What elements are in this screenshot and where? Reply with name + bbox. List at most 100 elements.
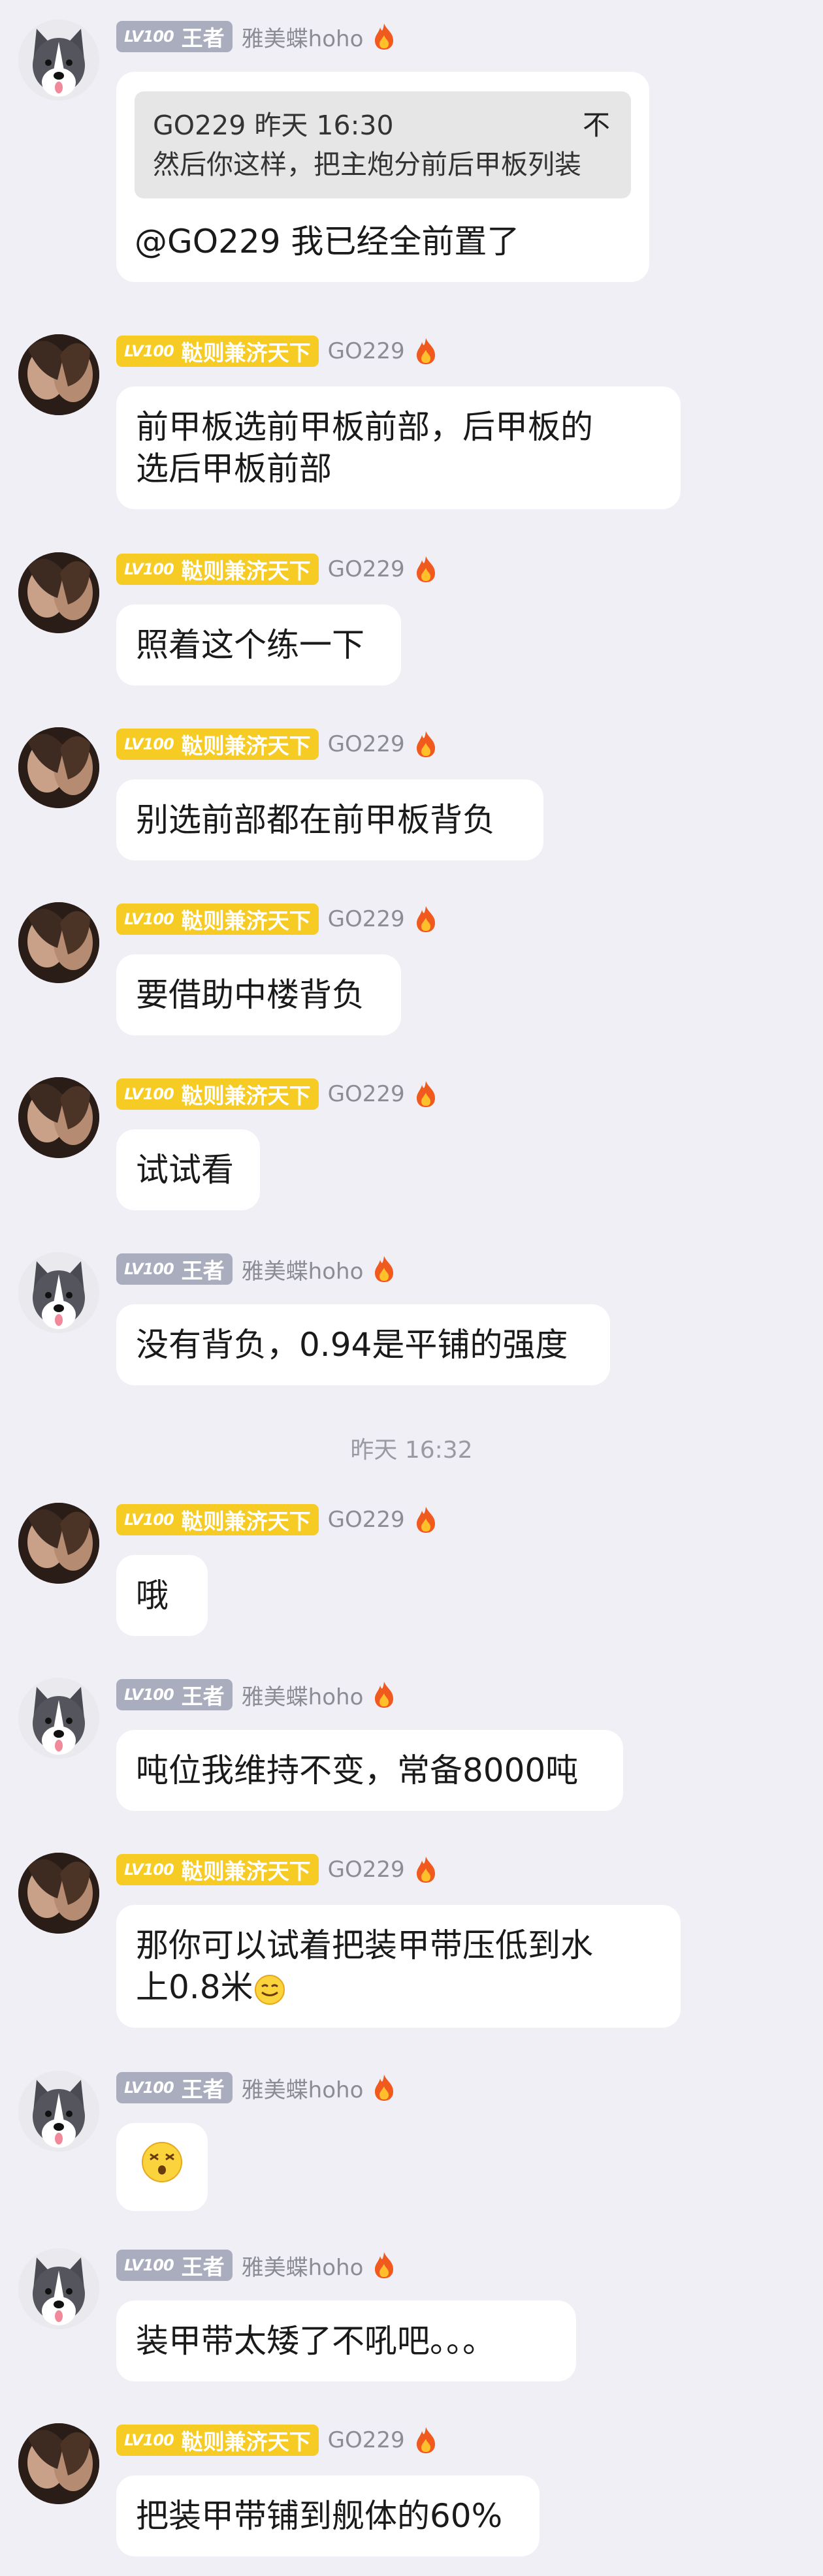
message-meta: LV100 鞑则兼济天下 GO229 xyxy=(116,1853,438,1887)
message-bubble[interactable]: 装甲带太矮了不吼吧。。。 xyxy=(116,2301,576,2381)
message-meta: LV100 鞑则兼济天下 GO229 xyxy=(116,1503,438,1537)
user-avatar[interactable] xyxy=(18,727,99,808)
level-label: LV100 xyxy=(124,2079,174,2097)
level-label: LV100 xyxy=(124,1686,174,1704)
message-meta: LV100 王者 雅美蝶hoho xyxy=(116,1252,396,1286)
level-badge: LV100 鞑则兼济天下 xyxy=(116,336,319,367)
message-text: 照着这个练一下 xyxy=(136,626,364,664)
level-badge: LV100 王者 xyxy=(116,1679,233,1710)
message-text: 吨位我维持不变，常备8000吨 xyxy=(136,1751,579,1789)
fire-icon xyxy=(416,338,435,364)
message-bubble[interactable]: 吨位我维持不变，常备8000吨 xyxy=(116,1730,623,1811)
quoted-message[interactable]: GO229 昨天 16:30 然后你这样，把主炮分前后甲板列装 不 xyxy=(135,91,631,198)
couple-avatar-icon xyxy=(18,2423,99,2504)
level-label: LV100 xyxy=(124,910,174,928)
level-badge: LV100 鞑则兼济天下 xyxy=(116,903,319,935)
level-badge: LV100 鞑则兼济天下 xyxy=(116,2425,319,2456)
user-avatar[interactable] xyxy=(18,552,99,633)
quote-time: 昨天 16:30 xyxy=(254,110,394,141)
message-meta: LV100 鞑则兼济天下 GO229 xyxy=(116,1077,438,1111)
quote-author: GO229 xyxy=(153,110,246,141)
level-label: LV100 xyxy=(124,342,174,360)
husky-avatar-icon xyxy=(18,20,99,101)
level-label: LV100 xyxy=(124,27,174,46)
sender-name: 雅美蝶hoho xyxy=(241,2254,364,2281)
dizzy-face-emoji-icon xyxy=(142,2142,182,2182)
user-avatar[interactable] xyxy=(18,20,99,101)
level-badge: LV100 王者 xyxy=(116,2250,233,2281)
sender-name: 雅美蝶hoho xyxy=(241,1684,364,1710)
user-avatar[interactable] xyxy=(18,2248,99,2329)
rank-title: 王者 xyxy=(181,25,225,51)
level-label: LV100 xyxy=(124,735,174,753)
level-badge: LV100 鞑则兼济天下 xyxy=(116,729,319,760)
level-badge: LV100 鞑则兼济天下 xyxy=(116,1504,319,1535)
message-meta: LV100 鞑则兼济天下 GO229 xyxy=(116,902,438,936)
husky-avatar-icon xyxy=(18,1252,99,1333)
level-badge: LV100 王者 xyxy=(116,1253,233,1285)
sender-name: GO229 xyxy=(327,1857,405,1883)
rank-title: 王者 xyxy=(181,1258,225,1283)
rank-title: 王者 xyxy=(181,2077,225,2102)
message-bubble[interactable]: 照着这个练一下 xyxy=(116,605,401,685)
level-label: LV100 xyxy=(124,1260,174,1278)
message-bubble[interactable]: 没有背负，0.94是平铺的强度 xyxy=(116,1304,610,1385)
couple-avatar-icon xyxy=(18,552,99,633)
couple-avatar-icon xyxy=(18,902,99,983)
user-avatar[interactable] xyxy=(18,2423,99,2504)
message-bubble[interactable]: 试试看 xyxy=(116,1129,260,1210)
message-bubble[interactable] xyxy=(116,2123,208,2211)
message-text-line: 选后甲板前部 xyxy=(136,450,332,488)
message-bubble[interactable]: 哦 xyxy=(116,1555,208,1636)
fire-icon xyxy=(375,2075,394,2101)
message-bubble[interactable]: 把装甲带铺到舰体的60% xyxy=(116,2475,540,2556)
message-bubble[interactable]: 前甲板选前甲板前部，后甲板的 选后甲板前部 xyxy=(116,386,681,509)
user-avatar[interactable] xyxy=(18,1503,99,1584)
quote-close-label[interactable]: 不 xyxy=(583,106,610,145)
level-badge: LV100 王者 xyxy=(116,2072,233,2103)
fire-icon xyxy=(416,731,435,757)
user-avatar[interactable] xyxy=(18,902,99,983)
rank-title: 鞑则兼济天下 xyxy=(181,1083,311,1108)
message-text: 把装甲带铺到舰体的60% xyxy=(136,2497,503,2535)
level-label: LV100 xyxy=(124,1861,174,1879)
rank-title: 鞑则兼济天下 xyxy=(181,340,311,366)
rank-title: 鞑则兼济天下 xyxy=(181,733,311,759)
sender-name: 雅美蝶hoho xyxy=(241,2077,364,2103)
message-text: @GO229 我已经全前置了 xyxy=(135,223,520,260)
user-avatar[interactable] xyxy=(18,1853,99,1934)
message-bubble[interactable]: 别选前部都在前甲板背负 xyxy=(116,779,543,860)
message-text: 试试看 xyxy=(136,1151,234,1189)
sender-name: GO229 xyxy=(327,731,405,757)
rank-title: 鞑则兼济天下 xyxy=(181,558,311,584)
message-meta: LV100 鞑则兼济天下 GO229 xyxy=(116,2423,438,2457)
level-label: LV100 xyxy=(124,2256,174,2274)
quote-text: 然后你这样，把主炮分前后甲板列装 xyxy=(153,149,581,180)
message-text: 别选前部都在前甲板背负 xyxy=(136,801,495,839)
sender-name: 雅美蝶hoho xyxy=(241,25,364,52)
user-avatar[interactable] xyxy=(18,1252,99,1333)
rank-title: 王者 xyxy=(181,2254,225,2280)
user-avatar[interactable] xyxy=(18,1678,99,1759)
message-bubble[interactable]: 要借助中楼背负 xyxy=(116,954,401,1035)
message-bubble[interactable]: GO229 昨天 16:30 然后你这样，把主炮分前后甲板列装 不 @GO229… xyxy=(116,72,649,282)
message-bubble[interactable]: 那你可以试着把装甲带压低到水 上0.8米 xyxy=(116,1905,681,2028)
rank-title: 鞑则兼济天下 xyxy=(181,2429,311,2455)
chat-view[interactable]: LV100 王者 雅美蝶hoho GO229 昨天 16:30 然后你这样，把主炮… xyxy=(0,0,823,2576)
level-label: LV100 xyxy=(124,1085,174,1103)
rank-title: 鞑则兼济天下 xyxy=(181,1509,311,1534)
user-avatar[interactable] xyxy=(18,1077,99,1158)
fire-icon xyxy=(416,1081,435,1107)
user-avatar[interactable] xyxy=(18,334,99,415)
couple-avatar-icon xyxy=(18,1853,99,1934)
message-meta: LV100 王者 雅美蝶hoho xyxy=(116,20,396,54)
fire-icon xyxy=(375,2252,394,2278)
message-text-part: 上0.8米 xyxy=(136,1968,253,2006)
rank-title: 王者 xyxy=(181,1684,225,1709)
level-badge: LV100 鞑则兼济天下 xyxy=(116,554,319,585)
couple-avatar-icon xyxy=(18,334,99,415)
sender-name: 雅美蝶hoho xyxy=(241,1258,364,1285)
user-avatar[interactable] xyxy=(18,2071,99,2152)
message-text: 装甲带太矮了不吼吧。。。 xyxy=(136,2322,495,2360)
husky-avatar-icon xyxy=(18,1678,99,1759)
